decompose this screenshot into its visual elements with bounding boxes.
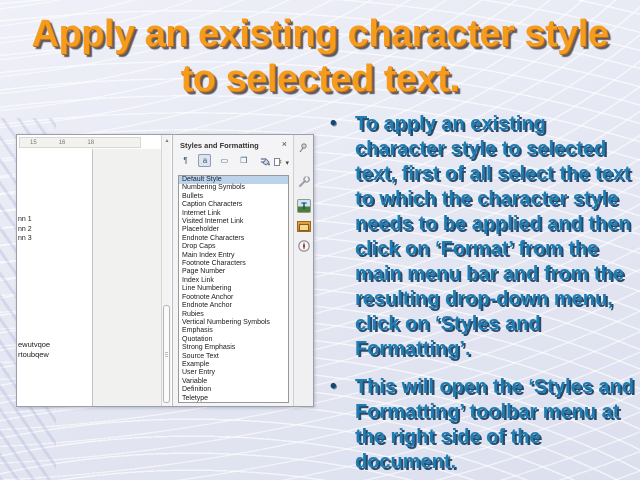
character-styles-button[interactable]: a bbox=[198, 154, 211, 167]
style-list-item[interactable]: Rubies bbox=[179, 311, 288, 319]
style-list-item[interactable]: Source Text bbox=[179, 353, 288, 361]
ruler-number: 18 bbox=[87, 140, 94, 146]
style-list-item[interactable]: Strong Emphasis bbox=[179, 344, 288, 352]
paragraph-styles-button[interactable]: ¶ bbox=[179, 154, 192, 167]
style-list-item[interactable]: Main Index Entry bbox=[179, 252, 288, 260]
style-list-item[interactable]: Bullets bbox=[179, 193, 288, 201]
style-list-item[interactable]: Emphasis bbox=[179, 327, 288, 335]
ruler-number: 15 bbox=[30, 140, 37, 146]
vertical-scrollbar[interactable]: ▲ bbox=[161, 135, 171, 406]
style-list: Default StyleNumbering SymbolsBulletsCap… bbox=[178, 175, 289, 403]
navigator-compass-icon[interactable] bbox=[297, 239, 311, 253]
styles-tab-icon[interactable]: T bbox=[297, 199, 311, 213]
style-list-item[interactable]: Footnote Characters bbox=[179, 260, 288, 268]
style-list-item[interactable]: Index Link bbox=[179, 277, 288, 285]
document-text-line: ewutvqoe bbox=[18, 340, 50, 350]
document-text-block: nn 1nn 2nn 3 bbox=[18, 215, 32, 244]
document-text-line: rtoubqew bbox=[18, 350, 50, 360]
scrollbar-thumb[interactable] bbox=[163, 305, 170, 403]
bullet-point: This will open the ‘Styles and Formattin… bbox=[324, 375, 636, 475]
ruler: 15 16 18 bbox=[19, 137, 141, 148]
style-list-item[interactable]: Endnote Characters bbox=[179, 235, 288, 243]
style-list-item[interactable]: Caption Characters bbox=[179, 201, 288, 209]
style-list-item[interactable]: Footnote Anchor bbox=[179, 294, 288, 302]
new-style-from-selection-icon[interactable] bbox=[273, 154, 283, 172]
properties-wrench-icon[interactable] bbox=[297, 175, 311, 189]
fill-format-mode-icon[interactable] bbox=[261, 154, 271, 172]
style-list-item[interactable]: Example bbox=[179, 361, 288, 369]
bullet-point: To apply an existing character style to … bbox=[324, 112, 636, 362]
style-list-item[interactable]: Visited Internet Link bbox=[179, 218, 288, 226]
bullet-list: To apply an existing character style to … bbox=[324, 112, 636, 480]
page-styles-button[interactable]: ❒ bbox=[237, 154, 250, 167]
panel-title: Styles and Formatting bbox=[180, 141, 259, 150]
panel-toolbar: ¶ a ▭ ❒ ≣ ▾ bbox=[179, 154, 289, 169]
document-text-line: nn 1 bbox=[18, 215, 32, 225]
scroll-up-arrow-icon[interactable]: ▲ bbox=[162, 138, 172, 144]
style-list-item[interactable]: User Entry bbox=[179, 369, 288, 377]
chevron-down-icon[interactable]: ▾ bbox=[285, 159, 289, 167]
style-list-item[interactable]: Quotation bbox=[179, 336, 288, 344]
frame-styles-button[interactable]: ▭ bbox=[218, 154, 231, 167]
style-list-item[interactable]: Variable bbox=[179, 378, 288, 386]
gallery-icon[interactable] bbox=[297, 221, 311, 232]
style-list-item[interactable]: Vertical Numbering Symbols bbox=[179, 319, 288, 327]
workspace-background bbox=[93, 149, 161, 406]
document-text-line: nn 3 bbox=[18, 234, 32, 244]
document-text-block: ewutvqoertoubqew bbox=[18, 340, 50, 359]
document-text-line: nn 2 bbox=[18, 225, 32, 235]
document-page: nn 1nn 2nn 3 ewutvqoertoubqew bbox=[17, 149, 93, 406]
slide-title: Apply an existing character style to sel… bbox=[0, 12, 640, 102]
style-list-item[interactable]: Numbering Symbols bbox=[179, 184, 288, 192]
style-list-item[interactable]: Internet Link bbox=[179, 210, 288, 218]
style-list-item[interactable]: Line Numbering bbox=[179, 285, 288, 293]
style-list-item[interactable]: Placeholder bbox=[179, 226, 288, 234]
styles-and-formatting-panel: Styles and Formatting × ¶ a ▭ ❒ ≣ ▾ bbox=[172, 135, 293, 406]
style-list-item[interactable]: Page Number bbox=[179, 268, 288, 276]
close-icon[interactable]: × bbox=[282, 139, 287, 149]
slide: Apply an existing character style to sel… bbox=[0, 0, 640, 480]
style-list-item[interactable]: Drop Caps bbox=[179, 243, 288, 251]
sidebar-tabbar: T bbox=[293, 135, 313, 406]
style-list-item[interactable]: Teletype bbox=[179, 395, 288, 403]
ruler-number: 16 bbox=[59, 140, 66, 146]
style-list-item[interactable]: Definition bbox=[179, 386, 288, 394]
style-list-item[interactable]: Endnote Anchor bbox=[179, 302, 288, 310]
style-list-item[interactable]: Default Style bbox=[179, 176, 288, 184]
pin-icon[interactable] bbox=[297, 141, 311, 155]
writer-screenshot: 15 16 18 nn 1nn 2nn 3 ewutvqoertoubqew ▲ S… bbox=[16, 134, 314, 407]
